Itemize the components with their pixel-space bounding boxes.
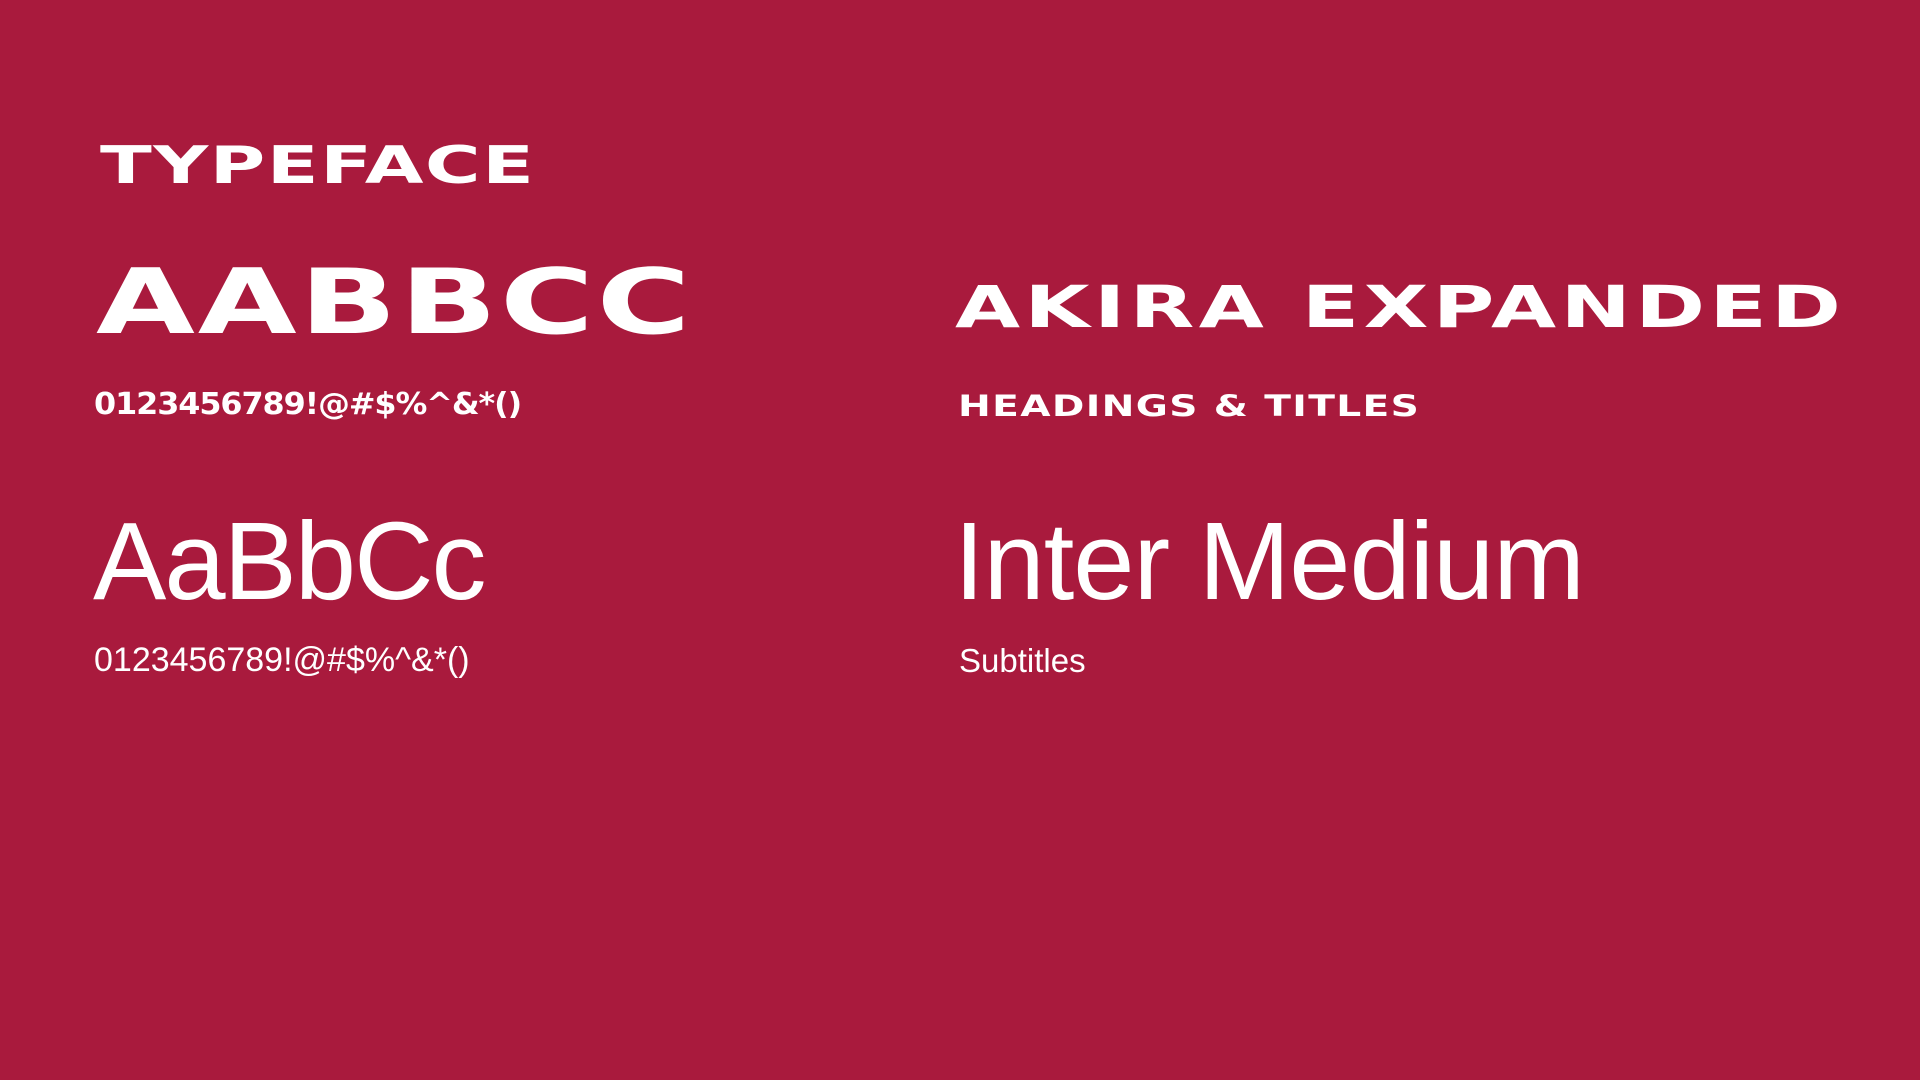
primary-typeface-sample: AABBCC [96,250,694,355]
secondary-typeface-sample: AaBbCc [93,500,487,623]
secondary-typeface-numerals: 0123456789!@#$%^&*() [94,641,470,679]
slide-heading: TYPEFACE [100,136,536,196]
primary-typeface-name: AKIRA EXPANDED [955,273,1846,341]
secondary-typeface-usage: Subtitles [959,642,1086,679]
typeface-slide: TYPEFACE AABBCC 0123456789!@#$%^&*() AKI… [0,0,1920,1080]
primary-typeface-numerals: 0123456789!@#$%^&*() [94,387,522,422]
primary-typeface-usage: HEADINGS & TITLES [958,389,1421,423]
secondary-typeface-name: Inter Medium [954,500,1585,623]
